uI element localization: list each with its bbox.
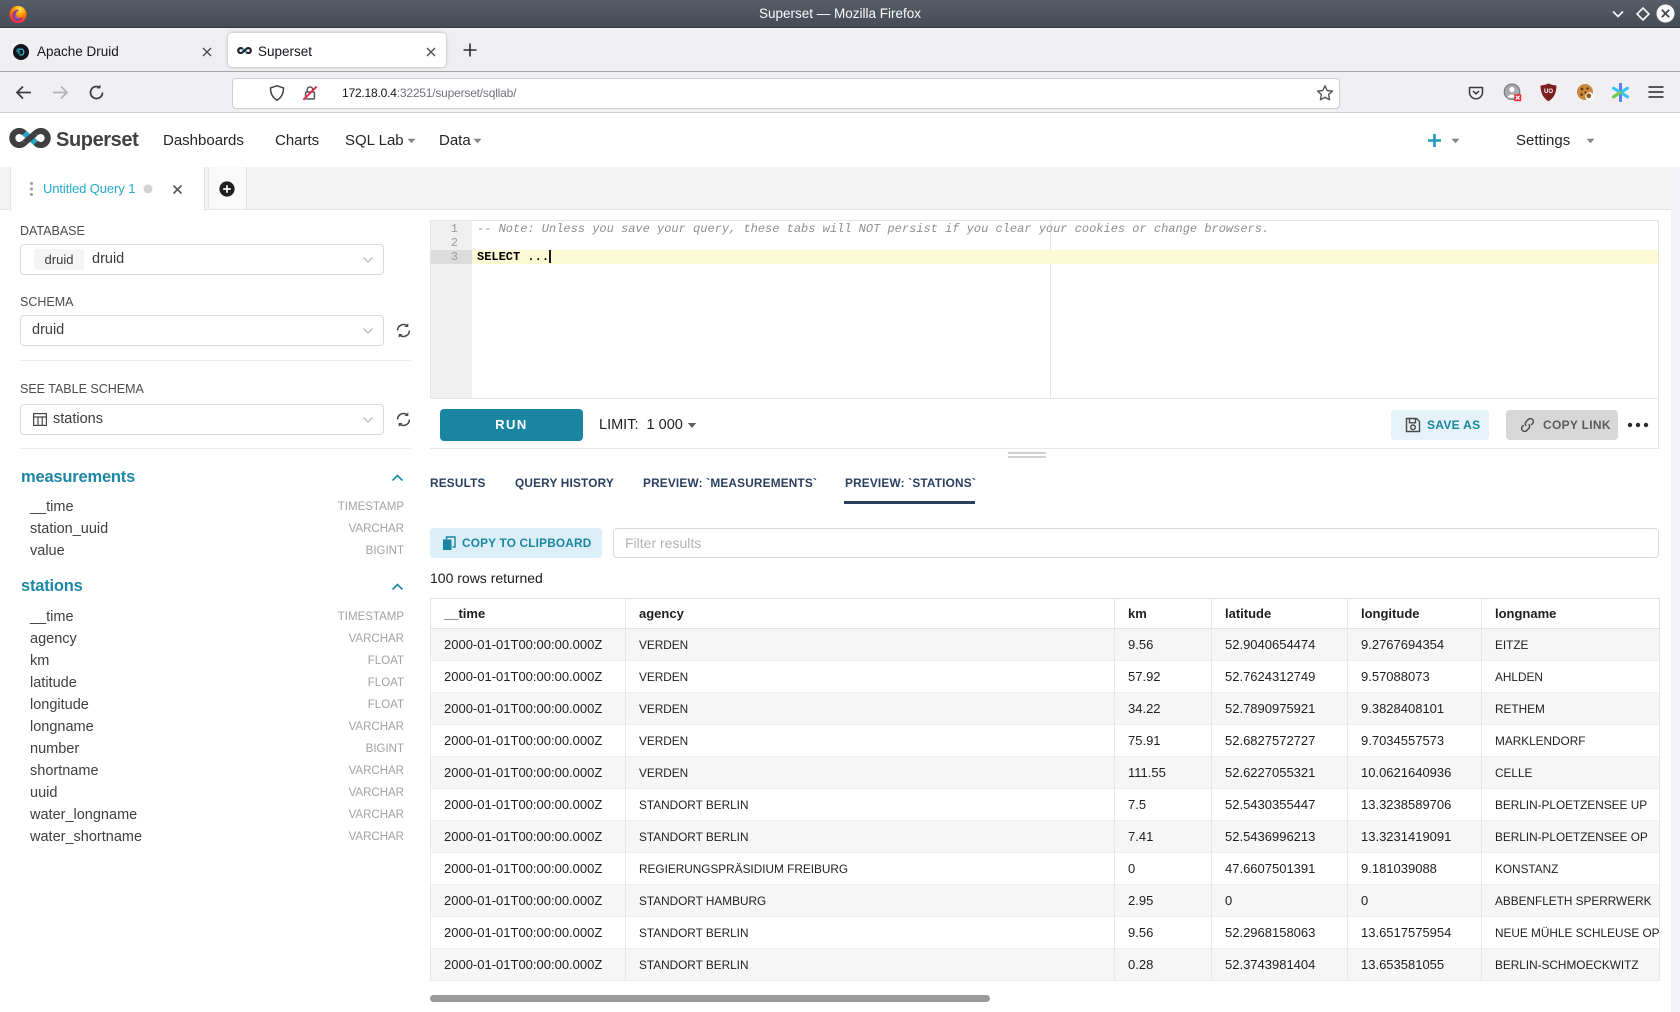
svg-text:UO: UO: [1544, 89, 1553, 95]
